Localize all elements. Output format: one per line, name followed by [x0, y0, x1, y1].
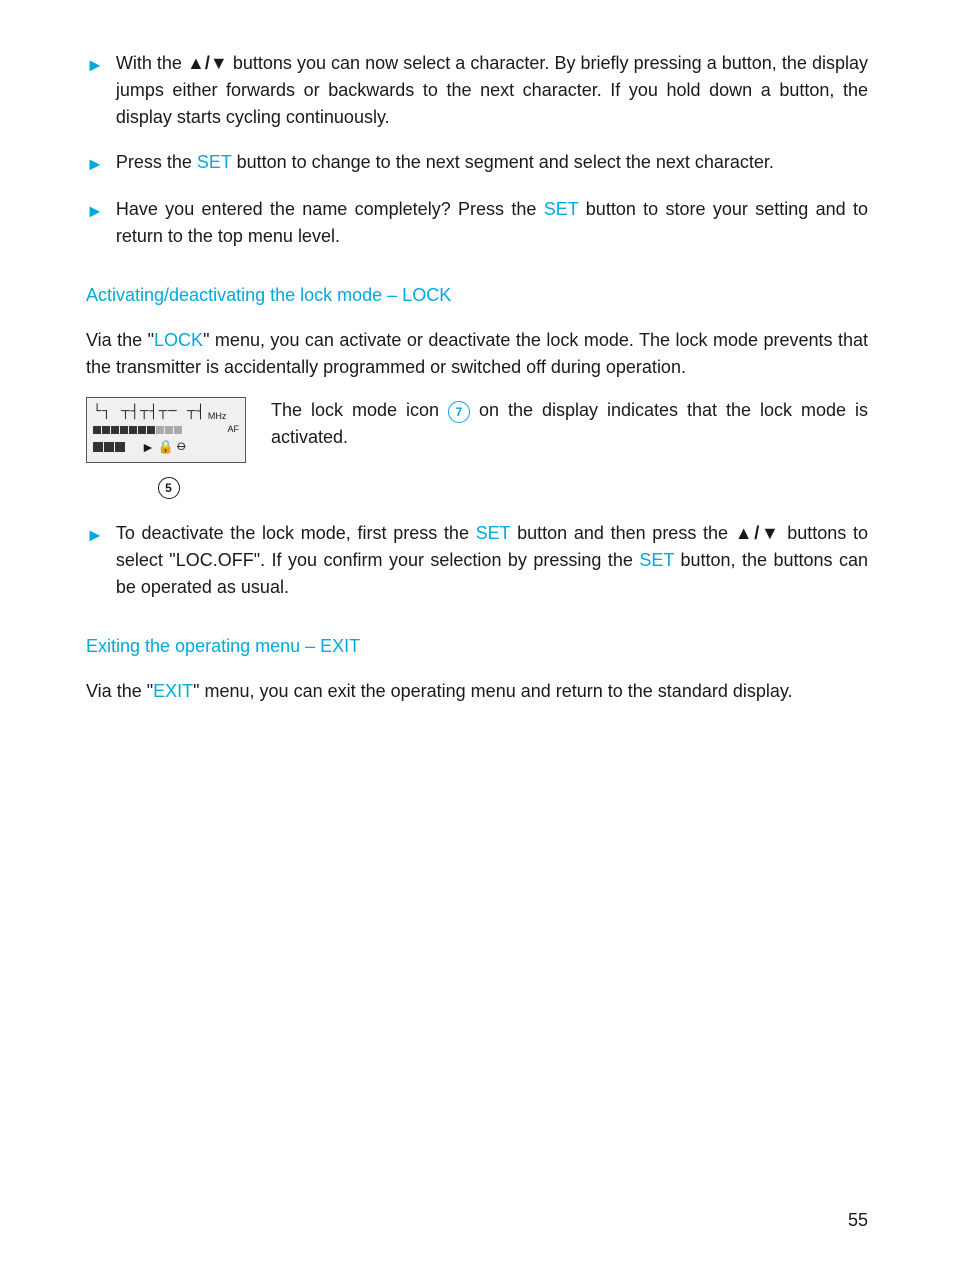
lock-display-icon: 🔒: [158, 437, 174, 457]
bullet-text-4: To deactivate the lock mode, first press…: [116, 520, 868, 601]
bullet-item-4: ► To deactivate the lock mode, first pre…: [86, 520, 868, 601]
lock-body-text: Via the "LOCK" menu, you can activate or…: [86, 327, 868, 381]
page-number: 55: [848, 1207, 868, 1234]
set-keyword-1: SET: [197, 152, 232, 172]
circle-5: 5: [158, 477, 180, 499]
bullet-item-2: ► Press the SET button to change to the …: [86, 149, 868, 178]
section-exit-title: Exiting the operating menu – EXIT: [86, 633, 868, 660]
set-keyword-3: SET: [476, 523, 511, 543]
display-freq-row: └┐ ┬┤┬┤┬─ ┬┤ MHz: [93, 402, 239, 423]
display-bottom-icons-row: ► 🔒 O: [93, 437, 239, 458]
set-keyword-2: SET: [544, 199, 579, 219]
bullet-text-3: Have you entered the name completely? Pr…: [116, 196, 868, 250]
lock-keyword: LOCK: [154, 330, 203, 350]
mhz-label: MHz: [208, 410, 227, 424]
bullet-text-1: With the ▲/▼ buttons you can now select …: [116, 50, 868, 131]
bullet-arrow-2: ►: [86, 151, 104, 178]
exit-keyword: EXIT: [153, 681, 193, 701]
exit-body-text: Via the "EXIT" menu, you can exit the op…: [86, 678, 868, 705]
bullet-text-2: Press the SET button to change to the ne…: [116, 149, 868, 176]
bullet-arrow-1: ►: [86, 52, 104, 79]
bullet-arrow-4: ►: [86, 522, 104, 549]
bullet-item-1: ► With the ▲/▼ buttons you can now selec…: [86, 50, 868, 131]
set-keyword-4: SET: [639, 550, 674, 570]
lock-strike: O: [177, 439, 186, 456]
arrow-symbol: ►: [141, 437, 155, 458]
bars-af-row: AF: [93, 423, 239, 437]
signal-bars: [93, 426, 182, 434]
display-illustration-wrap: └┐ ┬┤┬┤┬─ ┬┤ MHz: [86, 397, 251, 500]
mini-squares: [93, 442, 136, 452]
section-lock-title: Activating/deactivating the lock mode – …: [86, 282, 868, 309]
af-label: AF: [227, 423, 239, 437]
circle-7: 7: [448, 401, 470, 423]
display-illustration: └┐ ┬┤┬┤┬─ ┬┤ MHz: [86, 397, 246, 463]
lock-annotation-row: └┐ ┬┤┬┤┬─ ┬┤ MHz: [86, 397, 868, 500]
page: ► With the ▲/▼ buttons you can now selec…: [0, 0, 954, 1282]
annotation-text: The lock mode icon 7 on the display indi…: [271, 397, 868, 451]
bullet-item-3: ► Have you entered the name completely? …: [86, 196, 868, 250]
bullet-arrow-3: ►: [86, 198, 104, 225]
